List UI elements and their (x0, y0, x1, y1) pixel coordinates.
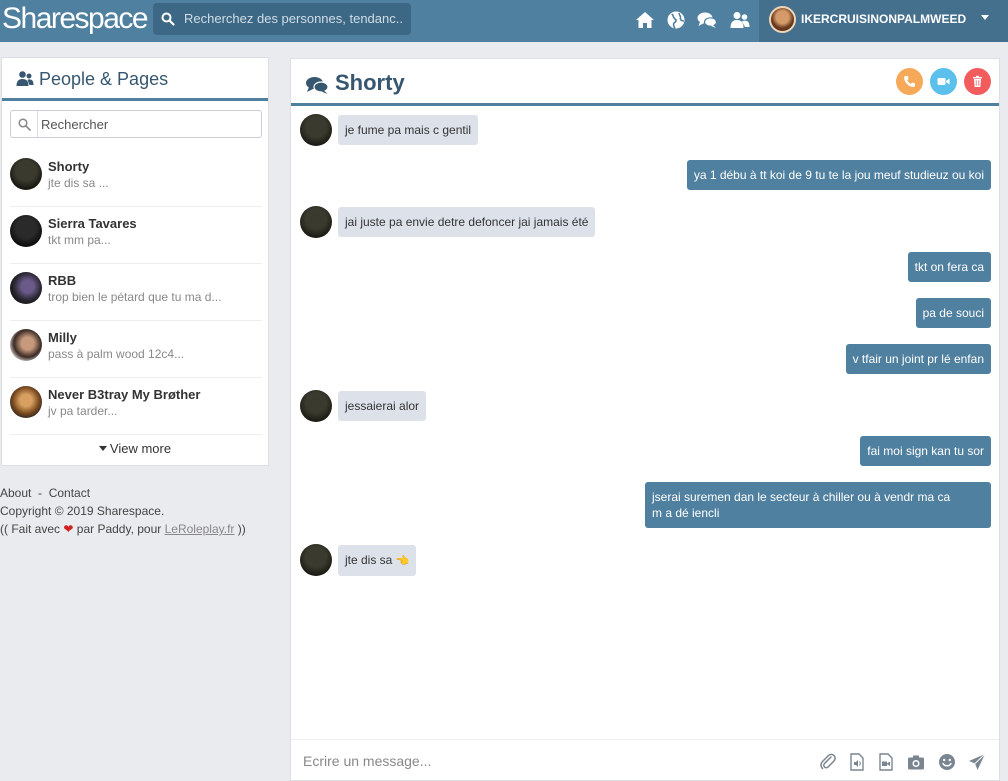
people-panel: People & Pages Rechercher Shorty jte dis… (1, 57, 269, 466)
made-with-prefix: (( Fait avec (0, 522, 61, 536)
video-call-button[interactable] (930, 68, 957, 95)
contact-name: RBB (48, 273, 77, 288)
contact-link[interactable]: Contact (49, 486, 90, 500)
smiley-icon[interactable] (938, 753, 956, 771)
chat-icon[interactable] (696, 9, 718, 31)
view-more-button[interactable]: View more (2, 441, 268, 456)
message-bubble-incoming: jte dis sa 👈 (338, 545, 417, 576)
contact-item[interactable]: Never B3tray My Brøther jv pa tarder... (10, 378, 262, 435)
chat-header: Shorty (291, 59, 999, 106)
message-bubble-incoming: jessaierai alor (338, 391, 427, 421)
about-link[interactable]: About (0, 486, 31, 500)
message-text: jte dis sa (345, 553, 393, 567)
top-bar: Sharespace Recherchez des personnes, ten… (0, 0, 1008, 42)
message-bubble-outgoing: v tfair un joint pr lé enfan (845, 344, 991, 374)
message-line: m a dé iencli (652, 506, 720, 520)
paperclip-icon[interactable] (819, 753, 837, 771)
chat-icon (306, 77, 329, 94)
chat-panel: Shorty je fume pa mais c gentil ya 1 déb… (290, 58, 1000, 781)
user-menu[interactable]: IKERCRUISINONPALMWEED (759, 0, 1008, 42)
trash-icon (973, 75, 982, 87)
send-icon[interactable] (968, 753, 986, 771)
message-input[interactable]: Ecrire un message... (303, 753, 431, 769)
divider (37, 111, 38, 137)
avatar (10, 386, 42, 418)
friends-icon[interactable] (729, 9, 751, 31)
contact-item[interactable]: RBB trop bien le pétard que tu ma d... (10, 264, 262, 321)
call-button[interactable] (896, 68, 923, 95)
search-icon (18, 118, 31, 131)
pointing-hand-emoji: 👈 (395, 555, 410, 567)
camera-icon[interactable] (907, 753, 925, 771)
video-file-icon[interactable] (877, 753, 895, 771)
message-bubble-incoming: je fume pa mais c gentil (338, 115, 479, 145)
contact-name: Milly (48, 330, 77, 345)
chevron-down-icon (98, 446, 107, 451)
message-bubble-outgoing: pa de souci (915, 298, 991, 328)
search-bar[interactable]: Recherchez des personnes, tendanc... (153, 3, 411, 35)
message-composer: Ecrire un message... (291, 739, 999, 781)
contact-item[interactable]: Milly pass à palm wood 12c4... (10, 321, 262, 378)
message-bubble-outgoing: jserai suremen dan le secteur à chiller … (645, 482, 991, 528)
logo[interactable]: Sharespace (2, 2, 149, 36)
chat-title: Shorty (335, 70, 405, 95)
heart-icon: ❤ (63, 522, 74, 536)
message-line: jserai suremen dan le secteur à chiller … (652, 490, 951, 504)
people-header: People & Pages (2, 58, 268, 101)
contact-preview: tkt mm pa... (48, 233, 111, 247)
contact-name: Sierra Tavares (48, 216, 137, 231)
contact-preview: jte dis sa ... (48, 176, 109, 190)
avatar (10, 158, 42, 190)
message-bubble-outgoing: fai moi sign kan tu sor (860, 436, 991, 466)
message-bubble-outgoing: tkt on fera ca (907, 252, 991, 282)
made-with-middle: par Paddy, pour (76, 522, 162, 536)
video-icon (937, 78, 950, 85)
home-icon[interactable] (634, 9, 656, 31)
audio-file-icon[interactable] (848, 753, 866, 771)
globe-icon[interactable] (665, 9, 687, 31)
message-bubble-outgoing: ya 1 débu à tt koi de 9 tu te la jou meu… (686, 160, 991, 190)
delete-conversation-button[interactable] (964, 68, 991, 95)
contact-preview: pass à palm wood 12c4... (48, 347, 185, 361)
footer-separator: - (38, 486, 43, 500)
avatar (10, 215, 42, 247)
leroleplay-link[interactable]: LeRoleplay.fr (165, 522, 235, 536)
avatar (300, 544, 332, 576)
search-input[interactable]: Recherchez des personnes, tendanc... (184, 3, 404, 35)
avatar (300, 114, 332, 146)
people-icon (16, 71, 34, 86)
search-icon (161, 12, 175, 26)
people-search-field[interactable]: Rechercher (10, 110, 262, 138)
people-search-input[interactable]: Rechercher (41, 117, 108, 132)
contact-item[interactable]: Sierra Tavares tkt mm pa... (10, 207, 262, 264)
contact-name: Never B3tray My Brøther (48, 387, 201, 402)
people-title: People & Pages (39, 69, 169, 89)
footer: About - Contact Copyright © 2019 Sharesp… (0, 484, 246, 538)
avatar (300, 206, 332, 238)
contact-preview: jv pa tarder... (48, 404, 118, 418)
user-name: IKERCRUISINONPALMWEED (801, 12, 967, 26)
contact-item[interactable]: Shorty jte dis sa ... (10, 150, 262, 207)
avatar (10, 272, 42, 304)
message-bubble-incoming: jai juste pa envie detre defoncer jai ja… (338, 207, 596, 237)
view-more-label: View more (109, 441, 172, 456)
copyright: Copyright © 2019 Sharespace. (0, 504, 165, 518)
phone-icon (904, 76, 915, 87)
chevron-down-icon (981, 15, 989, 20)
contact-name: Shorty (48, 159, 90, 174)
contact-preview: trop bien le pétard que tu ma d... (48, 290, 222, 304)
avatar (300, 390, 332, 422)
made-with-suffix: )) (237, 522, 246, 536)
avatar (769, 6, 796, 33)
avatar (10, 329, 42, 361)
